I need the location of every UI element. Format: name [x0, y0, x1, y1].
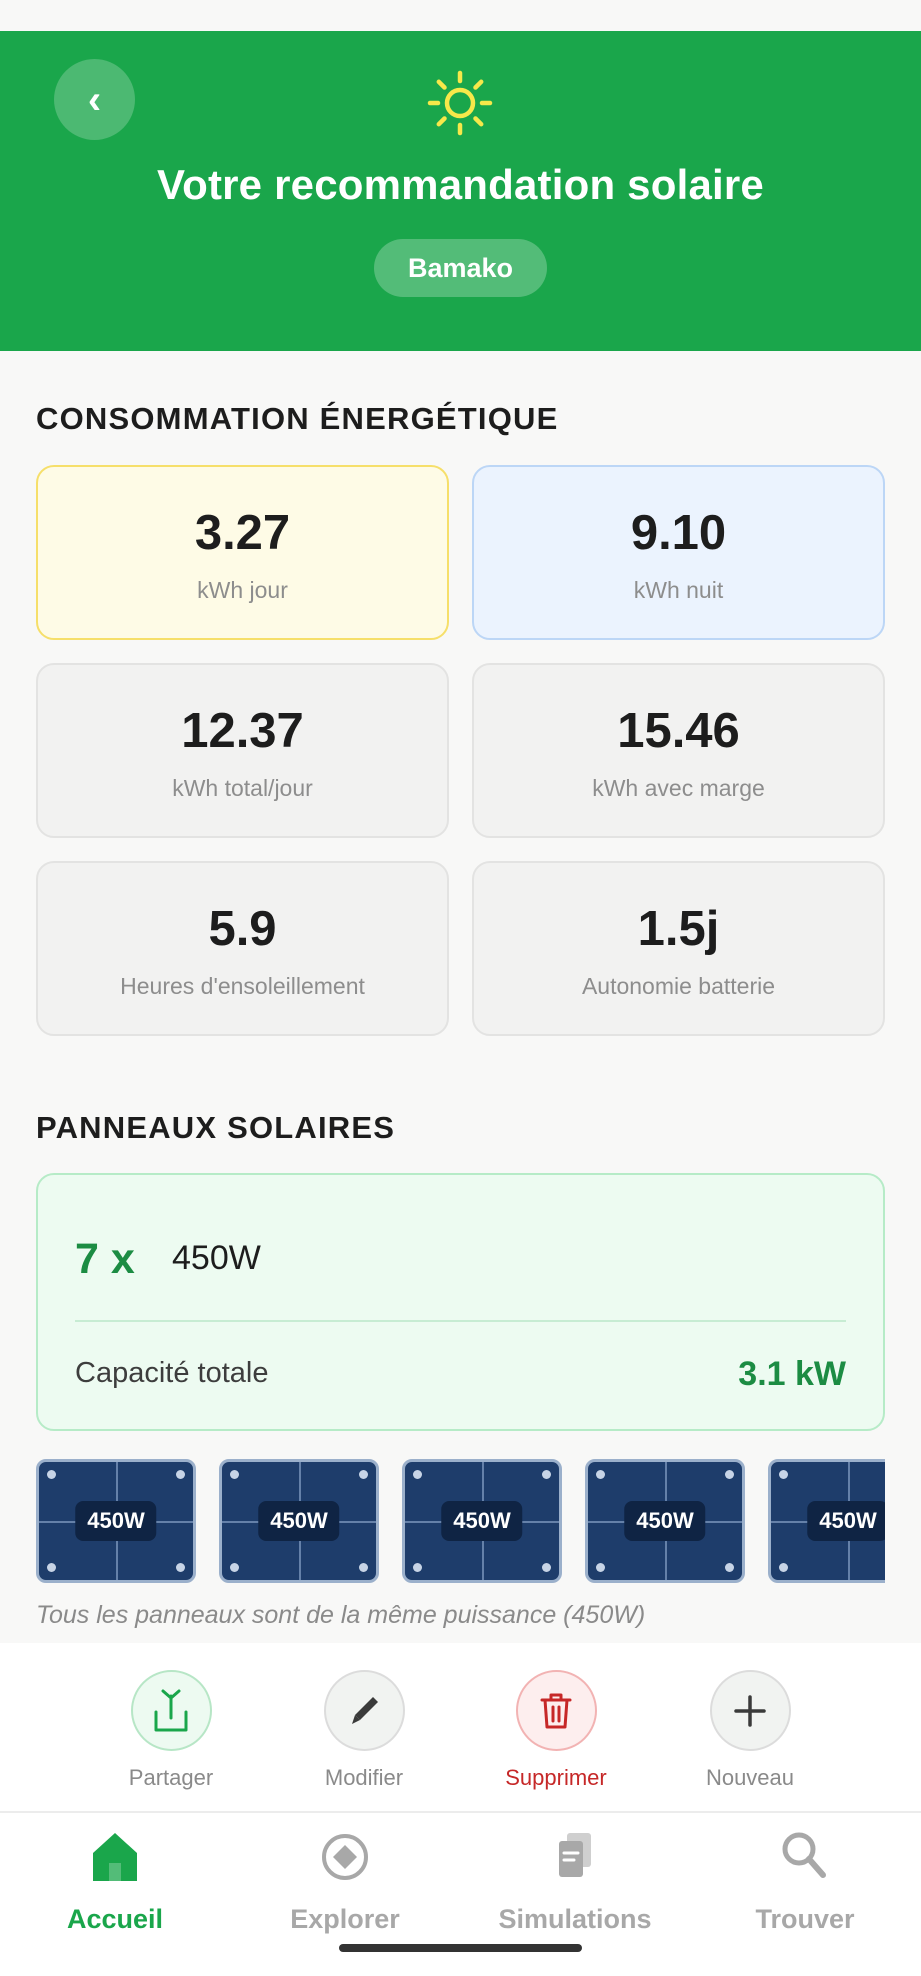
- stat-label: Heures d'ensoleillement: [120, 973, 365, 999]
- solar-panel-icon: 450W: [219, 1459, 379, 1583]
- nav-label: Trouver: [755, 1904, 855, 1934]
- share-label: Partager: [128, 1765, 214, 1790]
- stat-label: Autonomie batterie: [581, 973, 776, 999]
- stat-value: 5.9: [208, 902, 277, 956]
- edit-label: Modifier: [324, 1765, 404, 1790]
- nav-item-simulations[interactable]: Simulations: [460, 1829, 690, 1935]
- pencil-icon: [352, 1696, 378, 1724]
- back-button[interactable]: ‹: [54, 59, 135, 140]
- share-button[interactable]: Partager: [91, 1670, 251, 1791]
- page-title: Votre recommandation solaire: [157, 161, 764, 208]
- panels-section-title: PANNEAUX SOLAIRES: [36, 1110, 396, 1145]
- capacity-value: 3.1 kW: [738, 1355, 846, 1393]
- panel-power-tag: 450W: [807, 1501, 885, 1541]
- trash-icon: [540, 1693, 572, 1728]
- panels-summary-card: 7 x 450W Capacité totale 3.1 kW: [36, 1173, 885, 1431]
- solar-panel-icon: 450W: [402, 1459, 562, 1583]
- header: ‹ Votre recommandation solaire Bamako: [0, 31, 921, 351]
- nav-label: Accueil: [66, 1904, 164, 1934]
- share-icon: [154, 1689, 188, 1731]
- panel-power-tag: 450W: [258, 1501, 340, 1541]
- nav-item-accueil[interactable]: Accueil: [0, 1829, 230, 1935]
- new-label: Nouveau: [705, 1765, 795, 1790]
- divider: [75, 1320, 846, 1322]
- solar-panel-icon: 450W: [585, 1459, 745, 1583]
- stat-value: 9.10: [630, 506, 727, 560]
- stat-card-day: 3.27 kWh jour: [36, 465, 449, 640]
- stat-card-sun-hours: 5.9 Heures d'ensoleillement: [36, 861, 449, 1036]
- stat-value: 12.37: [181, 704, 304, 758]
- nav-label: Explorer: [290, 1904, 400, 1934]
- panel-power: 450W: [172, 1239, 261, 1277]
- home-icon: [93, 1833, 137, 1881]
- stat-value: 3.27: [194, 506, 291, 560]
- nav-label: Simulations: [498, 1904, 652, 1934]
- stat-card-night: 9.10 kWh nuit: [472, 465, 885, 640]
- panels-note: Tous les panneaux sont de la même puissa…: [36, 1601, 646, 1629]
- panel-power-tag: 450W: [441, 1501, 523, 1541]
- stat-label: kWh total/jour: [172, 775, 313, 801]
- panels-carousel[interactable]: 450W 450W 450W 450W 450W: [36, 1459, 885, 1584]
- city-badge: Bamako: [374, 239, 547, 297]
- delete-button[interactable]: Supprimer: [476, 1670, 636, 1791]
- stat-label: kWh avec marge: [592, 775, 765, 801]
- edit-button[interactable]: Modifier: [284, 1670, 444, 1791]
- nav-item-explorer[interactable]: Explorer: [230, 1829, 460, 1935]
- new-button[interactable]: Nouveau: [670, 1670, 830, 1791]
- compass-icon: [322, 1834, 368, 1880]
- status-bar: [0, 0, 921, 31]
- solar-panel-icon: 450W: [36, 1459, 196, 1583]
- back-chevron-icon: ‹: [87, 77, 102, 122]
- solar-panel-icon: 450W: [768, 1459, 885, 1583]
- documents-icon: [559, 1833, 591, 1877]
- panel-count: 7 x: [75, 1235, 135, 1283]
- stat-card-total: 12.37 kWh total/jour: [36, 663, 449, 838]
- action-bar: Partager Modifier Supprimer Nouveau: [0, 1643, 921, 1813]
- panel-power-tag: 450W: [624, 1501, 706, 1541]
- stat-card-battery-autonomy: 1.5j Autonomie batterie: [472, 861, 885, 1036]
- plus-icon: [734, 1694, 766, 1727]
- stat-label: kWh jour: [197, 577, 288, 603]
- delete-label: Supprimer: [505, 1765, 607, 1790]
- nav-item-trouver[interactable]: Trouver: [690, 1829, 920, 1935]
- consumption-section-title: CONSOMMATION ÉNERGÉTIQUE: [36, 401, 559, 436]
- sun-icon: [427, 70, 493, 136]
- capacity-label: Capacité totale: [75, 1357, 269, 1389]
- stat-card-margin: 15.46 kWh avec marge: [472, 663, 885, 838]
- stat-value: 1.5j: [637, 902, 720, 956]
- stat-label: kWh nuit: [633, 577, 724, 603]
- search-icon: [782, 1832, 826, 1878]
- stat-value: 15.46: [617, 704, 740, 758]
- panel-power-tag: 450W: [75, 1501, 157, 1541]
- home-indicator[interactable]: [339, 1944, 582, 1952]
